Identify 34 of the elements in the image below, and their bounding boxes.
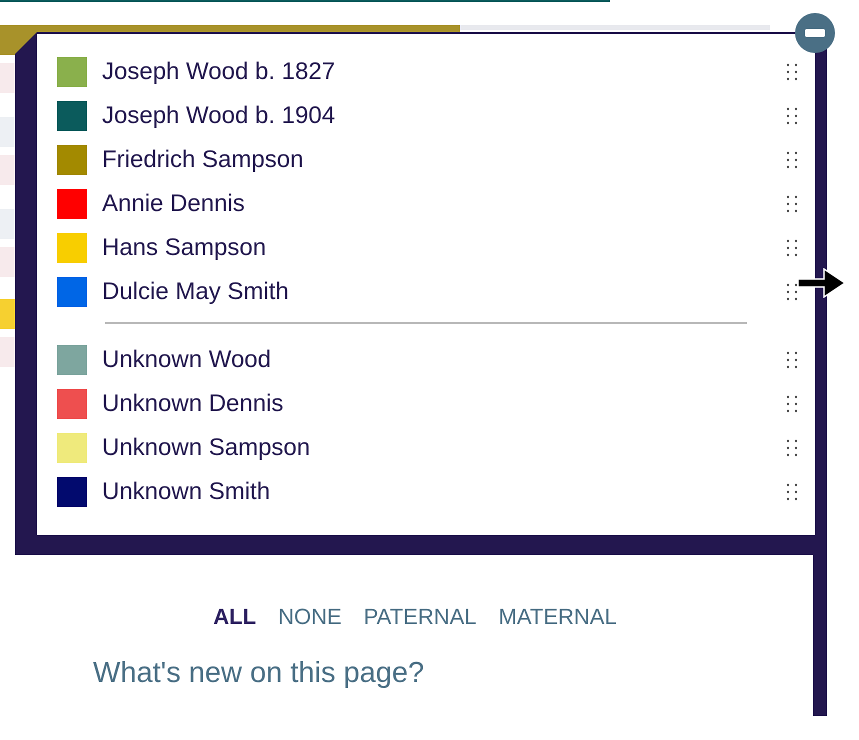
drag-handle-icon[interactable] (785, 150, 799, 170)
drag-handle-icon[interactable] (785, 62, 799, 82)
legend-label: Friedrich Sampson (102, 145, 304, 175)
drag-handle-icon[interactable] (785, 106, 799, 126)
drag-handle-icon[interactable] (785, 438, 799, 458)
drag-handle-icon[interactable] (785, 282, 799, 302)
legend-label: Annie Dennis (102, 189, 246, 219)
background-bar (0, 247, 15, 277)
background-bar (0, 337, 15, 367)
drag-handle-icon[interactable] (785, 394, 799, 414)
legend-label: Unknown Wood (102, 345, 272, 375)
legend-label: Unknown Smith (102, 477, 272, 507)
drag-handle-icon[interactable] (785, 350, 799, 370)
background-bar (0, 63, 15, 93)
legend-label: Unknown Dennis (102, 389, 284, 419)
background-bar (0, 299, 15, 329)
whats-new-link[interactable]: What's new on this page? (93, 652, 424, 696)
collapse-button[interactable] (795, 13, 835, 53)
background-bar (0, 117, 15, 147)
drag-handle-icon[interactable] (785, 238, 799, 258)
drag-handle-icon[interactable] (785, 194, 799, 214)
legend-label: Hans Sampson (102, 233, 268, 263)
legend-label: Joseph Wood b. 1904 (102, 101, 336, 131)
filter-link[interactable]: MATERNAL (498, 600, 617, 633)
filter-link[interactable]: PATERNAL (364, 600, 477, 633)
minus-icon (805, 29, 825, 37)
filter-link[interactable]: ALL (213, 600, 256, 633)
legend-label: Dulcie May Smith (102, 277, 290, 307)
background-bar (0, 155, 15, 185)
filter-link[interactable]: NONE (278, 600, 342, 633)
background-bar (0, 209, 15, 239)
legend-label: Unknown Sampson (102, 433, 312, 463)
drag-handle-icon[interactable] (785, 482, 799, 502)
legend-label: Joseph Wood b. 1827 (102, 57, 336, 87)
